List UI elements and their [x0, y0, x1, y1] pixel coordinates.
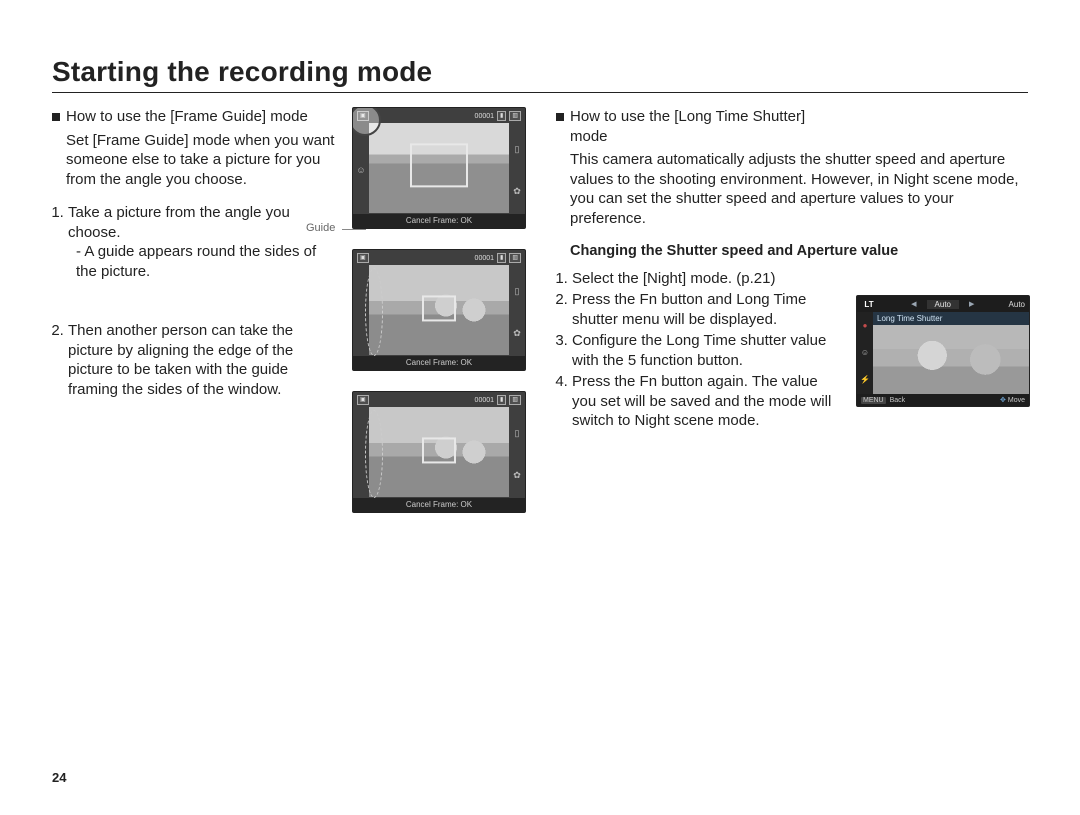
- flower-icon: ✿: [513, 470, 521, 481]
- lcd3-bottom-bar: Cancel Frame: OK: [353, 498, 525, 512]
- left-text-block: How to use the [Frame Guide] mode Set [F…: [52, 107, 338, 513]
- lt-auto-option: Auto: [927, 300, 959, 309]
- left-arrow-icon: ◀: [911, 300, 916, 308]
- left-image-stack: Guide ▣ 00001 ▮ ▥ ☺: [352, 107, 528, 513]
- lt-top-bar: LT ◀ Auto ▶ Auto: [857, 296, 1029, 312]
- battery-icon: ▥: [509, 111, 521, 121]
- lcd1-top-bar: ▣ 00001 ▮ ▥: [357, 111, 521, 121]
- lt-sidebar-icons: ● ☺ ⚡: [857, 312, 873, 394]
- flash-icon: ⚡: [860, 376, 870, 384]
- quality-icon: ▮: [497, 395, 506, 405]
- right-step-1: Select the [Night] mode. (p.21): [572, 269, 842, 289]
- flower-icon: ✿: [513, 328, 521, 339]
- lcd1-bottom-bar: Cancel Frame: OK: [353, 214, 525, 228]
- shot-counter: 00001: [475, 113, 494, 120]
- lcd2-top-bar: ▣ 00001 ▮ ▥: [357, 253, 521, 263]
- flower-icon: ✿: [513, 186, 521, 197]
- right-steps: Select the [Night] mode. (p.21) Press th…: [556, 269, 842, 431]
- lcd1-left-icons: ☺: [355, 128, 367, 212]
- lt-move: ✥ Move: [1000, 396, 1025, 404]
- camera-lcd-frame-guide-3: ▣ 00001 ▮ ▥ ▯ ✿ Cancel Frame: OK: [352, 391, 526, 513]
- right-step-2: Press the Fn button and Long Time shutte…: [572, 290, 842, 329]
- lt-bottom-bar: MENU Back ✥ Move: [857, 394, 1029, 406]
- two-column-layout: How to use the [Frame Guide] mode Set [F…: [52, 107, 1028, 513]
- mode-icon: ▣: [357, 253, 369, 263]
- square-bullet-icon: [52, 113, 60, 121]
- lcd2-right-icons: ▯ ✿: [511, 270, 523, 354]
- lcd3-right-icons: ▯ ✿: [511, 412, 523, 496]
- left-heading-line: How to use the [Frame Guide] mode: [52, 107, 338, 127]
- lcd2-scene: [369, 265, 509, 355]
- person-icon: ☺: [356, 165, 365, 175]
- guide-frame-indicator: [365, 268, 383, 356]
- quality-icon: ▮: [497, 111, 506, 121]
- card-icon: ▯: [515, 428, 520, 439]
- right-heading-line: How to use the [Long Time Shutter] mode: [556, 107, 842, 146]
- lcd3-scene: [369, 407, 509, 497]
- camera-lcd-frame-guide-2: ▣ 00001 ▮ ▥ ▯ ✿ Cancel Frame: OK: [352, 249, 526, 371]
- lcd1-scene: [369, 123, 509, 213]
- left-column: How to use the [Frame Guide] mode Set [F…: [52, 107, 528, 513]
- square-bullet-icon: [556, 113, 564, 121]
- page-title: Starting the recording mode: [52, 56, 1028, 88]
- right-image-block: LT ◀ Auto ▶ Auto Long Time Shutter ● ☺: [856, 107, 1032, 513]
- lt-back: MENU Back: [861, 397, 905, 404]
- right-text-block: How to use the [Long Time Shutter] mode …: [556, 107, 842, 513]
- title-rule: [52, 92, 1028, 93]
- focus-frame-icon: [422, 437, 456, 463]
- record-icon: ●: [863, 322, 868, 330]
- right-arrow-icon: ▶: [969, 300, 974, 308]
- left-intro: Set [Frame Guide] mode when you want som…: [66, 131, 338, 190]
- lt-back-label: Back: [890, 397, 906, 404]
- lt-move-label: Move: [1008, 397, 1025, 404]
- lcd2-bottom-bar: Cancel Frame: OK: [353, 356, 525, 370]
- shot-counter: 00001: [475, 255, 494, 262]
- guide-callout-label: Guide: [306, 222, 335, 234]
- lcd3-top-bar: ▣ 00001 ▮ ▥: [357, 395, 521, 405]
- camera-lcd-long-time-shutter: LT ◀ Auto ▶ Auto Long Time Shutter ● ☺: [856, 295, 1030, 407]
- card-icon: ▯: [515, 144, 520, 155]
- battery-icon: ▥: [509, 253, 521, 263]
- right-column: How to use the [Long Time Shutter] mode …: [556, 107, 1032, 513]
- dpad-icon: ✥: [1000, 397, 1006, 404]
- menu-button-icon: MENU: [861, 397, 886, 404]
- focus-frame-icon: [410, 143, 468, 187]
- mode-icon: ▣: [357, 395, 369, 405]
- battery-icon: ▥: [509, 395, 521, 405]
- left-steps: Take a picture from the angle you choose…: [52, 203, 338, 399]
- lt-scene: [873, 325, 1029, 394]
- lt-menu-title-bar: Long Time Shutter: [857, 312, 1029, 325]
- right-step-3: Configure the Long Time shutter value wi…: [572, 331, 842, 370]
- lt-value-selector: ◀ Auto ▶: [883, 300, 1003, 309]
- manual-page: Starting the recording mode How to use t…: [0, 0, 1080, 815]
- left-step-2: Then another person can take the picture…: [68, 321, 338, 399]
- camera-lcd-frame-guide-1: ▣ 00001 ▮ ▥ ☺ ▯ ✿ Cancel Frame: OK: [352, 107, 526, 229]
- left-step-1-text: Take a picture from the angle you choose…: [68, 204, 290, 241]
- page-number: 24: [52, 770, 66, 785]
- portrait-icon: ☺: [861, 349, 869, 357]
- left-step-1-sub: A guide appears round the sides of the p…: [76, 242, 338, 281]
- shot-counter: 00001: [475, 397, 494, 404]
- right-heading: How to use the [Long Time Shutter] mode: [570, 107, 842, 146]
- guide-frame-indicator: [365, 410, 383, 498]
- card-icon: ▯: [515, 286, 520, 297]
- left-step-1: Take a picture from the angle you choose…: [68, 203, 338, 281]
- lt-mode-label: LT: [861, 300, 877, 309]
- lt-auto-right: Auto: [1009, 300, 1025, 309]
- left-heading: How to use the [Frame Guide] mode: [66, 107, 308, 127]
- right-step-4: Press the Fn button again. The value you…: [572, 372, 842, 431]
- lt-menu-title: Long Time Shutter: [877, 314, 942, 323]
- quality-icon: ▮: [497, 253, 506, 263]
- lcd1-right-icons: ▯ ✿: [511, 128, 523, 212]
- focus-frame-icon: [422, 295, 456, 321]
